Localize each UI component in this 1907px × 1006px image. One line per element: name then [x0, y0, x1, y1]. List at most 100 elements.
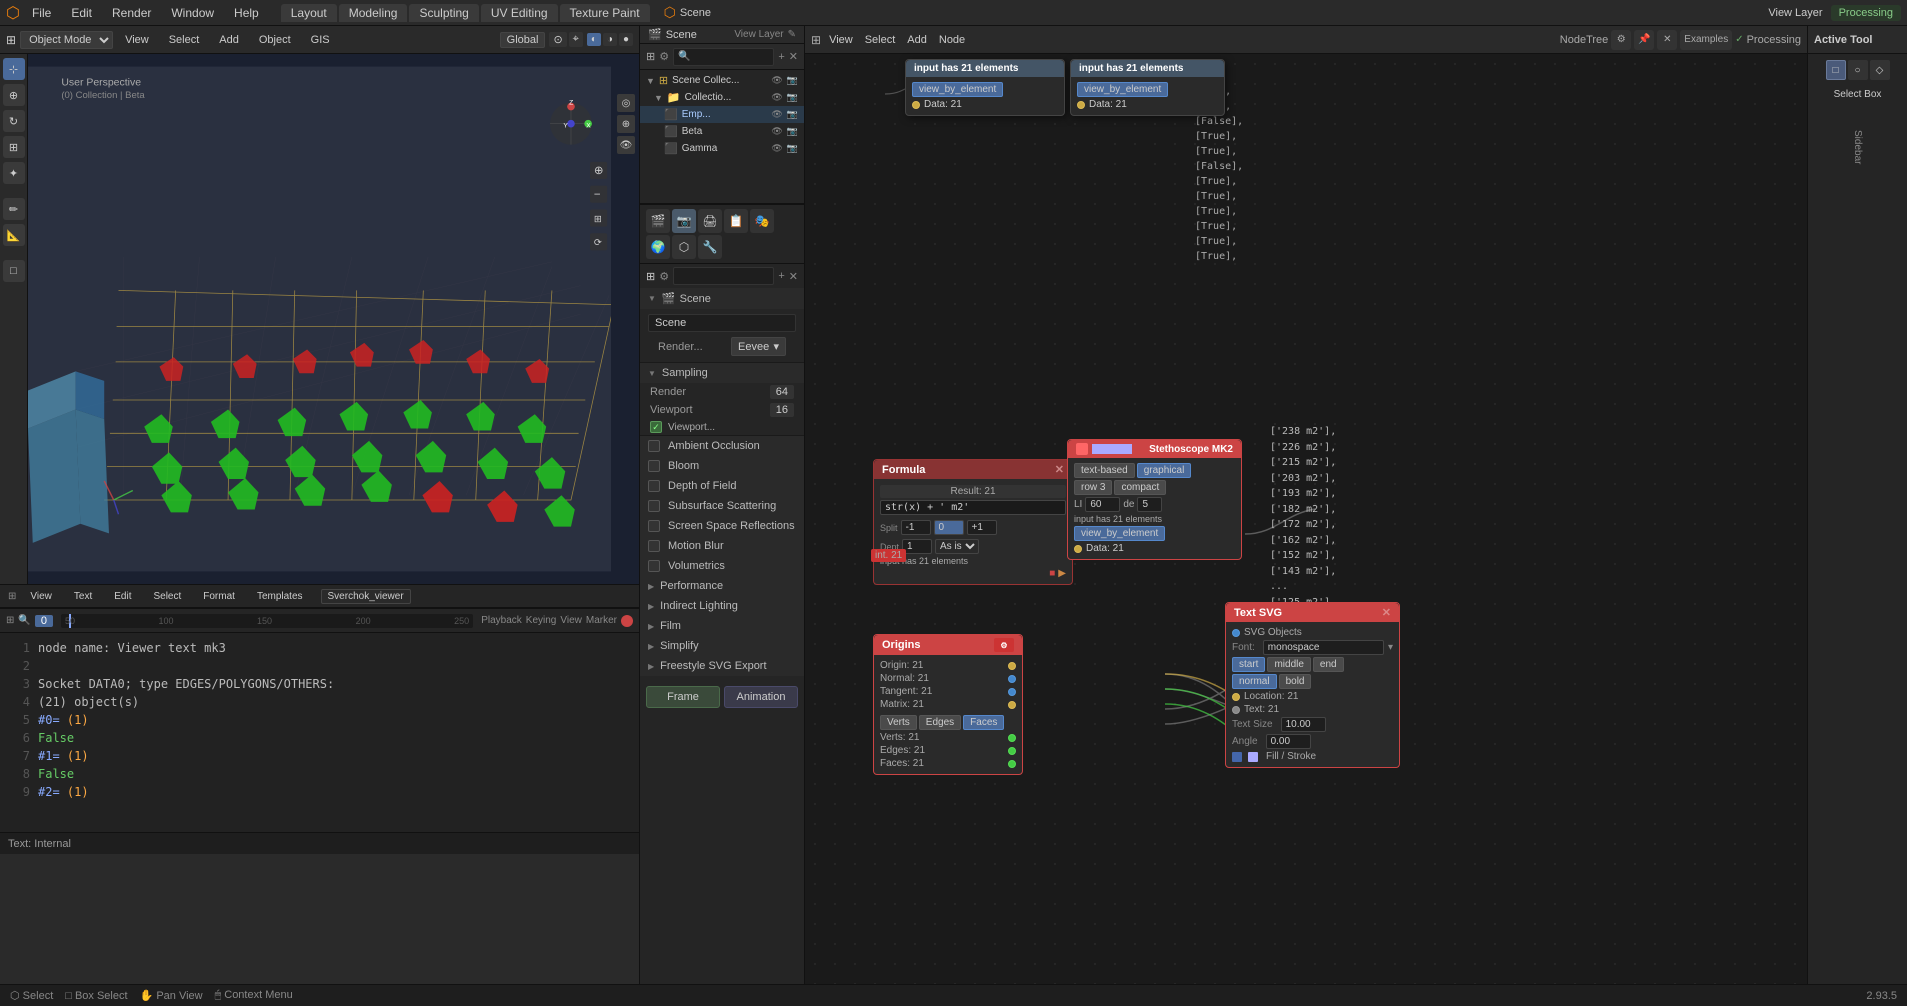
render-val[interactable]: 64 [770, 385, 794, 399]
ne-view-menu[interactable]: View [825, 34, 857, 46]
graphical-btn[interactable]: graphical [1137, 463, 1192, 478]
add-cube-tool[interactable]: □ [3, 260, 25, 282]
object-props-icon[interactable]: ⬡ [672, 235, 696, 259]
compact-btn[interactable]: compact [1114, 480, 1166, 495]
ssr-header[interactable]: Screen Space Reflections [640, 516, 804, 536]
il-header[interactable]: ▶ Indirect Lighting [640, 596, 804, 616]
viewport-gizmos-icon[interactable]: ⊕ [617, 115, 635, 133]
outliner-scene-collection[interactable]: ▼ ⊞ Scene Collec... 👁 📷 [640, 72, 804, 89]
sampling-header[interactable]: ▼ Sampling [640, 363, 804, 383]
cam-icon-5[interactable]: 📷 [787, 143, 798, 154]
outliner-collection-item[interactable]: ▼ 📁 Collectio... 👁 📷 [640, 89, 804, 106]
rendered-view[interactable]: ● [619, 33, 633, 46]
workspace-tab-texture[interactable]: Texture Paint [560, 4, 650, 22]
move-tool[interactable]: ⊕ [3, 84, 25, 106]
verts-btn[interactable]: Verts [880, 715, 917, 730]
formula-close[interactable]: ✕ [1055, 463, 1064, 476]
viewport-gis-menu[interactable]: GIS [303, 32, 338, 48]
faces-btn[interactable]: Faces [963, 715, 1004, 730]
row3-btn[interactable]: row 3 [1074, 480, 1112, 495]
tool-icon-2[interactable]: ○ [1848, 60, 1868, 80]
timeline-track[interactable]: 50100150200250 [61, 614, 473, 628]
ne-node-menu[interactable]: Node [935, 34, 969, 46]
timeline-format-menu[interactable]: Format [195, 589, 243, 604]
perf-header[interactable]: ▶ Performance [640, 576, 804, 596]
fill-color-swatch[interactable] [1232, 752, 1242, 762]
outliner-gamma-item[interactable]: ⬛ Gamma 👁 📷 [640, 140, 804, 157]
dof-checkbox[interactable] [648, 480, 660, 492]
split-input[interactable] [901, 520, 931, 535]
text-size-input[interactable] [1281, 717, 1326, 732]
global-select[interactable]: Global [500, 32, 546, 48]
solid-shading[interactable]: ◐ [587, 33, 601, 46]
li-input[interactable] [1085, 497, 1120, 512]
viewport-canvas[interactable]: ⊹ ⊕ ↻ ⊞ ✦ ✏ 📐 □ [0, 54, 639, 584]
viewport-show-icon[interactable]: 👁 [617, 136, 635, 154]
view-by-element-btn[interactable]: view_by_element [912, 82, 1003, 97]
workspace-tab-modeling[interactable]: Modeling [339, 4, 408, 22]
mb-header[interactable]: Motion Blur [640, 536, 804, 556]
workspace-tab-layout[interactable]: Layout [281, 4, 337, 22]
col-input[interactable] [934, 520, 964, 535]
ne-settings-btn[interactable]: ⚙ [1611, 30, 1631, 50]
cam-icon-4[interactable]: 📷 [787, 126, 798, 137]
normal-btn[interactable]: normal [1232, 674, 1277, 689]
font-dropdown[interactable]: ▾ [1388, 642, 1393, 653]
filter-icon[interactable]: ⚙ [659, 270, 669, 283]
vol-checkbox[interactable] [648, 560, 660, 572]
view-by-element-btn-2[interactable]: view_by_element [1077, 82, 1168, 97]
film-header[interactable]: ▶ Film [640, 616, 804, 636]
timeline-view-menu[interactable]: View [22, 589, 60, 604]
viewport-overlays-icon[interactable]: ◎ [617, 94, 635, 112]
timeline-select-menu[interactable]: Select [145, 589, 189, 604]
transform-pivot[interactable]: ⊙ [549, 32, 566, 47]
output-props-icon[interactable]: 🖨 [698, 209, 722, 233]
object-mode-select[interactable]: Object Mode [20, 31, 113, 49]
menu-file[interactable]: File [24, 4, 59, 22]
font-value[interactable]: monospace [1263, 640, 1384, 655]
textsvg-close[interactable]: ✕ [1382, 606, 1391, 619]
outliner-search-box[interactable]: 🔍 [673, 48, 774, 66]
outliner-filter-icon[interactable]: ⚙ [659, 50, 669, 63]
dept-input[interactable] [902, 539, 932, 554]
edges-btn[interactable]: Edges [919, 715, 961, 730]
viewport-add-menu[interactable]: Add [211, 32, 247, 48]
mb-checkbox[interactable] [648, 540, 660, 552]
annotate-tool[interactable]: ✏ [3, 198, 25, 220]
snap-icon[interactable]: ⌖ [569, 32, 583, 47]
scale-tool[interactable]: ⊞ [3, 136, 25, 158]
outliner-emp-item[interactable]: ⬛ Emp... 👁 📷 [640, 106, 804, 123]
rotate-tool[interactable]: ↻ [3, 110, 25, 132]
svg-header[interactable]: ▶ Freestyle SVG Export [640, 656, 804, 676]
dof-header[interactable]: Depth of Field [640, 476, 804, 496]
formula-expr[interactable]: str(x) + ' m2' [880, 500, 1066, 515]
start-btn[interactable]: start [1232, 657, 1265, 672]
render-engine-dropdown[interactable]: Eevee ▾ [731, 337, 786, 356]
vol-header[interactable]: Volumetrics [640, 556, 804, 576]
ne-select-menu[interactable]: Select [861, 34, 900, 46]
ne-add-menu[interactable]: Add [903, 34, 931, 46]
world-props-icon[interactable]: 🌍 [646, 235, 670, 259]
eye-icon-2[interactable]: 👁 [771, 92, 782, 103]
menu-window[interactable]: Window [163, 4, 222, 22]
ao-header[interactable]: Ambient Occlusion [640, 436, 804, 456]
angle-input[interactable] [1266, 734, 1311, 749]
bloom-checkbox[interactable] [648, 460, 660, 472]
viewport-object-menu[interactable]: Object [251, 32, 299, 48]
text-based-btn[interactable]: text-based [1074, 463, 1135, 478]
menu-render[interactable]: Render [104, 4, 159, 22]
de-input[interactable] [1137, 497, 1162, 512]
timeline-edit-menu[interactable]: Edit [106, 589, 139, 604]
outliner-beta-item[interactable]: ⬛ Beta 👁 📷 [640, 123, 804, 140]
camera-icon[interactable]: 📷 [787, 75, 798, 86]
workspace-tab-sculpting[interactable]: Sculpting [409, 4, 478, 22]
delete-icon[interactable]: ✕ [789, 270, 798, 283]
animation-button[interactable]: Animation [724, 686, 798, 708]
add-input[interactable] [967, 520, 997, 535]
scene-props-icon[interactable]: 🎬 [646, 209, 670, 233]
cam-icon-3[interactable]: 📷 [787, 109, 798, 120]
ao-checkbox[interactable] [648, 440, 660, 452]
eye-icon-5[interactable]: 👁 [771, 143, 782, 154]
ne-close-btn[interactable]: ✕ [1657, 30, 1677, 50]
view-label[interactable]: View [560, 615, 582, 626]
